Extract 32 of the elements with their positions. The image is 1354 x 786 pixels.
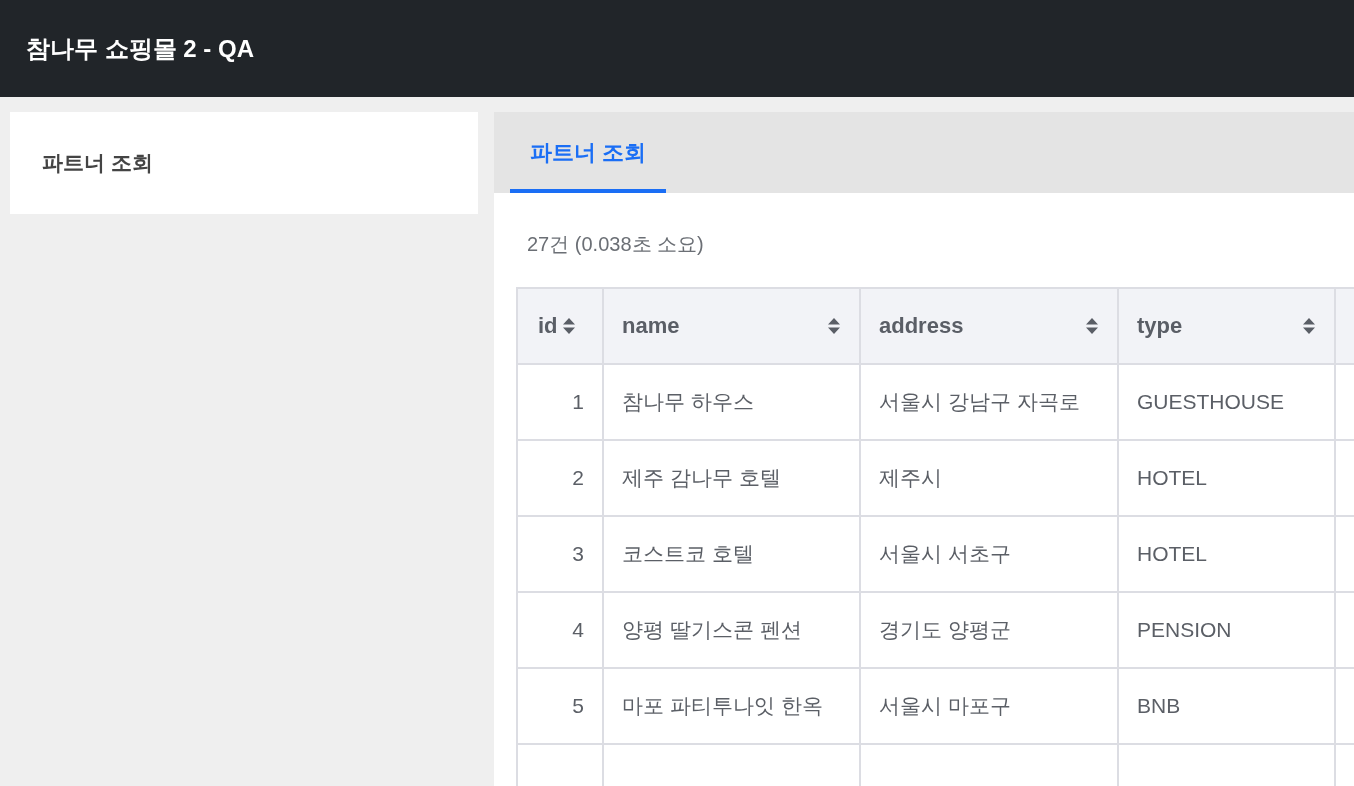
table-cell: HOTEL — [1118, 516, 1335, 592]
sort-icon[interactable] — [1085, 317, 1099, 335]
app-title: 참나무 쇼핑몰 2 - QA — [26, 33, 254, 64]
table-cell: 참나무 하우스 — [603, 364, 860, 440]
table-cell: 제주시 — [860, 440, 1118, 516]
table-cell: BNB — [1118, 668, 1335, 744]
column-header[interactable]: type — [1118, 288, 1335, 364]
table-cell: 5 — [517, 668, 603, 744]
table-cell: 서울시 마포구 — [860, 668, 1118, 744]
table-cell: 1 — [517, 364, 603, 440]
table-cell: 2 — [517, 440, 603, 516]
sort-icon[interactable] — [827, 317, 841, 335]
table-cell: 제주 감나무 호텔 — [603, 440, 860, 516]
table-cell: 4 — [517, 592, 603, 668]
column-header[interactable]: address — [860, 288, 1118, 364]
table-cell: 양평 딸기스콘 펜션 — [603, 592, 860, 668]
tab[interactable]: 파트너 조회 — [510, 112, 667, 193]
sidebar-item[interactable]: 파트너 조회 — [42, 149, 153, 177]
table-cell: 마포 파티투나잇 한옥 — [603, 668, 860, 744]
table-cell: PENSION — [1118, 592, 1335, 668]
column-header[interactable]: name — [603, 288, 860, 364]
table-cell: 코스트코 호텔 — [603, 516, 860, 592]
table-cell: 서울시 강남구 자곡로 — [860, 364, 1118, 440]
table-cell: HOTEL — [1118, 440, 1335, 516]
sort-icon[interactable] — [1302, 317, 1316, 335]
column-header[interactable]: id — [517, 288, 603, 364]
sort-icon[interactable] — [561, 317, 576, 335]
table-cell: GUESTHOUSE — [1118, 364, 1335, 440]
result-summary: 27건 (0.038초 소요) — [527, 232, 705, 257]
table-cell: 서울시 서초구 — [860, 516, 1118, 592]
table-cell: 3 — [517, 516, 603, 592]
table-cell: 경기도 양평군 — [860, 592, 1118, 668]
